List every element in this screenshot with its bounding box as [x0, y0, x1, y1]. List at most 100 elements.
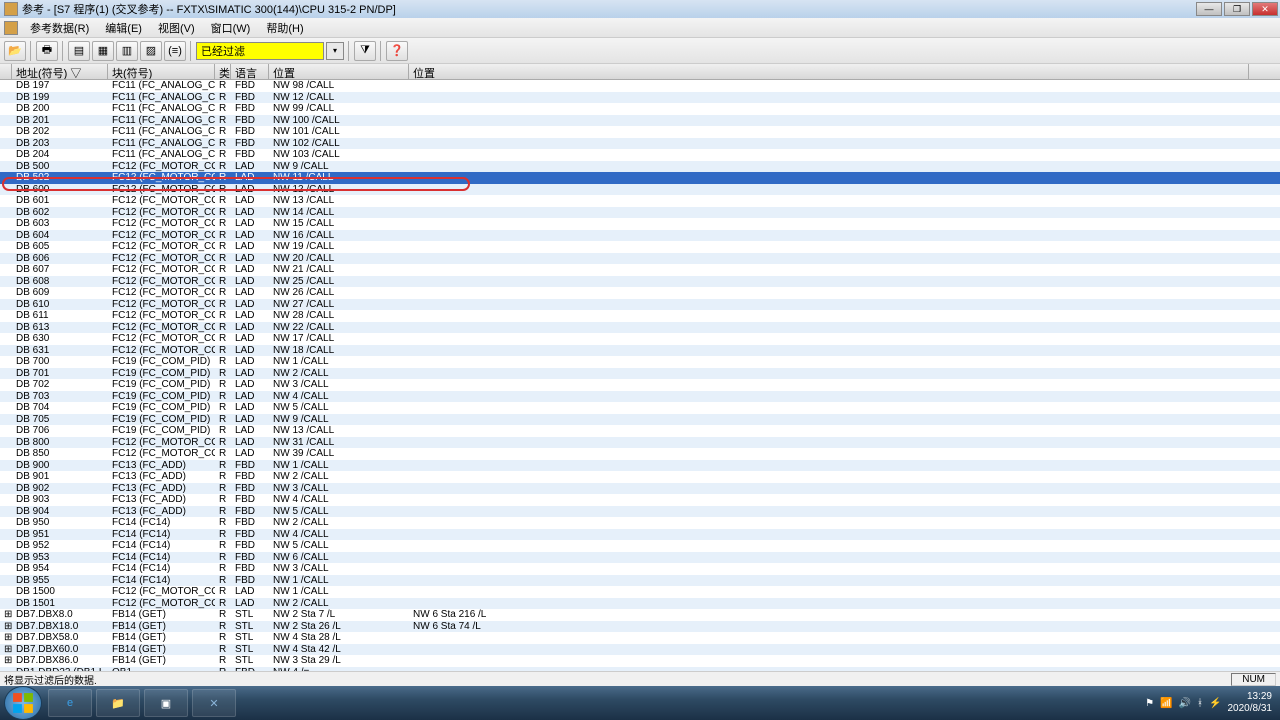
list-icon: ▤: [74, 44, 84, 57]
table-row[interactable]: ⊞DB7.DBX8.0FB14 (GET)RSTLNW 2 Sta 7 /LNW…: [0, 609, 1280, 621]
status-num: NUM: [1231, 673, 1276, 686]
table-row[interactable]: DB 602FC12 (FC_MOTOR_CON...RLADNW 14 /CA…: [0, 207, 1280, 219]
table-row[interactable]: DB 631FC12 (FC_MOTOR_CON...RLADNW 18 /CA…: [0, 345, 1280, 357]
grid-icon: ▦: [98, 44, 108, 57]
header-loc[interactable]: 位置: [269, 64, 409, 79]
taskbar-app1[interactable]: ▣: [144, 689, 188, 717]
table-row[interactable]: DB 500FC12 (FC_MOTOR_CON...RLADNW 9 /CAL…: [0, 161, 1280, 173]
table-row[interactable]: DB 950FC14 (FC14)RFBDNW 2 /CALL: [0, 517, 1280, 529]
app-icon: [4, 2, 18, 16]
app1-icon: ▣: [161, 697, 171, 710]
ie-icon: e: [67, 697, 73, 709]
table-row[interactable]: DB 903FC13 (FC_ADD)RFBDNW 4 /CALL: [0, 494, 1280, 506]
table-row[interactable]: DB 705FC19 (FC_COM_PID)RLADNW 9 /CALL: [0, 414, 1280, 426]
table-row[interactable]: DB 202FC11 (FC_ANALOG_CO...RFBDNW 101 /C…: [0, 126, 1280, 138]
table-row[interactable]: DB 700FC19 (FC_COM_PID)RLADNW 1 /CALL: [0, 356, 1280, 368]
header-loc2[interactable]: 位置: [409, 64, 1249, 79]
table-row[interactable]: DB 608FC12 (FC_MOTOR_CON...RLADNW 25 /CA…: [0, 276, 1280, 288]
table-row[interactable]: DB 611FC12 (FC_MOTOR_CON...RLADNW 28 /CA…: [0, 310, 1280, 322]
table-row[interactable]: DB 613FC12 (FC_MOTOR_CON...RLADNW 22 /CA…: [0, 322, 1280, 334]
table-row[interactable]: DB 1500FC12 (FC_MOTOR_CON...RLADNW 1 /CA…: [0, 586, 1280, 598]
taskbar-explorer[interactable]: 📁: [96, 689, 140, 717]
taskbar-ie[interactable]: e: [48, 689, 92, 717]
table-row[interactable]: ⊞DB7.DBX60.0FB14 (GET)RSTLNW 4 Sta 42 /L: [0, 644, 1280, 656]
table-row[interactable]: DB 901FC13 (FC_ADD)RFBDNW 2 /CALL: [0, 471, 1280, 483]
table-row[interactable]: DB 953FC14 (FC14)RFBDNW 6 /CALL: [0, 552, 1280, 564]
print-icon: 🖶: [42, 41, 52, 60]
close-button[interactable]: ✕: [1252, 2, 1278, 16]
table-row[interactable]: DB 610FC12 (FC_MOTOR_CON...RLADNW 27 /CA…: [0, 299, 1280, 311]
table-row[interactable]: DB 607FC12 (FC_MOTOR_CON...RLADNW 21 /CA…: [0, 264, 1280, 276]
table-icon: ▨: [146, 44, 156, 57]
funnel-button[interactable]: ⧩: [354, 41, 376, 61]
tray-flag-icon: ⚑: [1145, 698, 1154, 709]
table-row[interactable]: DB 502FC12 (FC_MOTOR_CON...RLADNW 11 /CA…: [0, 172, 1280, 184]
menu-help[interactable]: 帮助(H): [258, 18, 311, 38]
table-row[interactable]: DB 904FC13 (FC_ADD)RFBDNW 5 /CALL: [0, 506, 1280, 518]
tray[interactable]: ⚑ 📶 🔊 ᚼ ⚡ 13:292020/8/31: [1145, 691, 1280, 715]
table-row[interactable]: DB 199FC11 (FC_ANALOG_CO...RFBDNW 12 /CA…: [0, 92, 1280, 104]
folder-icon: 📁: [111, 697, 125, 710]
table-row[interactable]: DB 902FC13 (FC_ADD)RFBDNW 3 /CALL: [0, 483, 1280, 495]
menu-ref[interactable]: 参考数据(R): [22, 18, 97, 38]
header-lang[interactable]: 语言: [231, 64, 269, 79]
header-addr[interactable]: 地址(符号) ▽: [12, 64, 108, 79]
table-row[interactable]: DB 600FC12 (FC_MOTOR_CON...RLADNW 12 /CA…: [0, 184, 1280, 196]
table-row[interactable]: DB 954FC14 (FC14)RFBDNW 3 /CALL: [0, 563, 1280, 575]
menu-view[interactable]: 视图(V): [150, 18, 203, 38]
help-button[interactable]: ❓: [386, 41, 408, 61]
tray-network-icon: 📶: [1160, 698, 1172, 709]
table-row[interactable]: DB 601FC12 (FC_MOTOR_CON...RLADNW 13 /CA…: [0, 195, 1280, 207]
table-row[interactable]: ⊞DB7.DBX58.0FB14 (GET)RSTLNW 4 Sta 28 /L: [0, 632, 1280, 644]
view3-button[interactable]: ▥: [116, 41, 138, 61]
tray-clock[interactable]: 13:292020/8/31: [1228, 691, 1273, 715]
filter-caret[interactable]: ▾: [326, 42, 344, 60]
table-row[interactable]: DB 702FC19 (FC_COM_PID)RLADNW 3 /CALL: [0, 379, 1280, 391]
table-row[interactable]: DB 201FC11 (FC_ANALOG_CO...RFBDNW 100 /C…: [0, 115, 1280, 127]
menu-edit[interactable]: 编辑(E): [97, 18, 150, 38]
data-grid[interactable]: DB 197FC11 (FC_ANALOG_CO...RFBDNW 98 /CA…: [0, 80, 1280, 680]
view1-button[interactable]: ▤: [68, 41, 90, 61]
header-block[interactable]: 块(符号): [108, 64, 215, 79]
tree-icon: ▥: [122, 44, 132, 57]
table-row[interactable]: DB 952FC14 (FC14)RFBDNW 5 /CALL: [0, 540, 1280, 552]
table-row[interactable]: DB 900FC13 (FC_ADD)RFBDNW 1 /CALL: [0, 460, 1280, 472]
table-row[interactable]: DB 200FC11 (FC_ANALOG_CO...RFBDNW 99 /CA…: [0, 103, 1280, 115]
table-row[interactable]: DB 609FC12 (FC_MOTOR_CON...RLADNW 26 /CA…: [0, 287, 1280, 299]
table-row[interactable]: DB 951FC14 (FC14)RFBDNW 4 /CALL: [0, 529, 1280, 541]
table-row[interactable]: DB 606FC12 (FC_MOTOR_CON...RLADNW 20 /CA…: [0, 253, 1280, 265]
table-row[interactable]: DB 197FC11 (FC_ANALOG_CO...RFBDNW 98 /CA…: [0, 80, 1280, 92]
table-row[interactable]: ⊞DB7.DBX86.0FB14 (GET)RSTLNW 3 Sta 29 /L: [0, 655, 1280, 667]
view2-button[interactable]: ▦: [92, 41, 114, 61]
start-button[interactable]: [4, 686, 42, 720]
paren-button[interactable]: (≡): [164, 41, 186, 61]
table-row[interactable]: DB 850FC12 (FC_MOTOR_CON...RLADNW 39 /CA…: [0, 448, 1280, 460]
maximize-button[interactable]: ❐: [1224, 2, 1250, 16]
filter-dropdown[interactable]: 已经过滤: [196, 42, 324, 60]
view4-button[interactable]: ▨: [140, 41, 162, 61]
table-row[interactable]: DB 630FC12 (FC_MOTOR_CON...RLADNW 17 /CA…: [0, 333, 1280, 345]
taskbar-app2[interactable]: ✕: [192, 689, 236, 717]
folder-icon: 📂: [8, 44, 22, 57]
table-row[interactable]: DB 203FC11 (FC_ANALOG_CO...RFBDNW 102 /C…: [0, 138, 1280, 150]
table-row[interactable]: DB 706FC19 (FC_COM_PID)RLADNW 13 /CALL: [0, 425, 1280, 437]
table-row[interactable]: ⊞DB7.DBX18.0FB14 (GET)RSTLNW 2 Sta 26 /L…: [0, 621, 1280, 633]
table-row[interactable]: DB 604FC12 (FC_MOTOR_CON...RLADNW 16 /CA…: [0, 230, 1280, 242]
table-row[interactable]: DB 605FC12 (FC_MOTOR_CON...RLADNW 19 /CA…: [0, 241, 1280, 253]
table-row[interactable]: DB 955FC14 (FC14)RFBDNW 1 /CALL: [0, 575, 1280, 587]
table-row[interactable]: DB 1501FC12 (FC_MOTOR_CON...RLADNW 2 /CA…: [0, 598, 1280, 610]
mdi-icon: [4, 21, 18, 35]
print-button[interactable]: 🖶: [36, 41, 58, 61]
table-row[interactable]: DB 800FC12 (FC_MOTOR_CON...RLADNW 31 /CA…: [0, 437, 1280, 449]
funnel-icon: ⧩: [360, 44, 370, 57]
tray-sound-icon: 🔊: [1179, 698, 1191, 709]
open-button[interactable]: 📂: [4, 41, 26, 61]
table-row[interactable]: DB 701FC19 (FC_COM_PID)RLADNW 2 /CALL: [0, 368, 1280, 380]
table-row[interactable]: DB 704FC19 (FC_COM_PID)RLADNW 5 /CALL: [0, 402, 1280, 414]
table-row[interactable]: DB 204FC11 (FC_ANALOG_CO...RFBDNW 103 /C…: [0, 149, 1280, 161]
header-type[interactable]: 类: [215, 64, 231, 79]
table-row[interactable]: DB 703FC19 (FC_COM_PID)RLADNW 4 /CALL: [0, 391, 1280, 403]
menu-window[interactable]: 窗口(W): [203, 18, 259, 38]
minimize-button[interactable]: —: [1196, 2, 1222, 16]
table-row[interactable]: DB 603FC12 (FC_MOTOR_CON...RLADNW 15 /CA…: [0, 218, 1280, 230]
